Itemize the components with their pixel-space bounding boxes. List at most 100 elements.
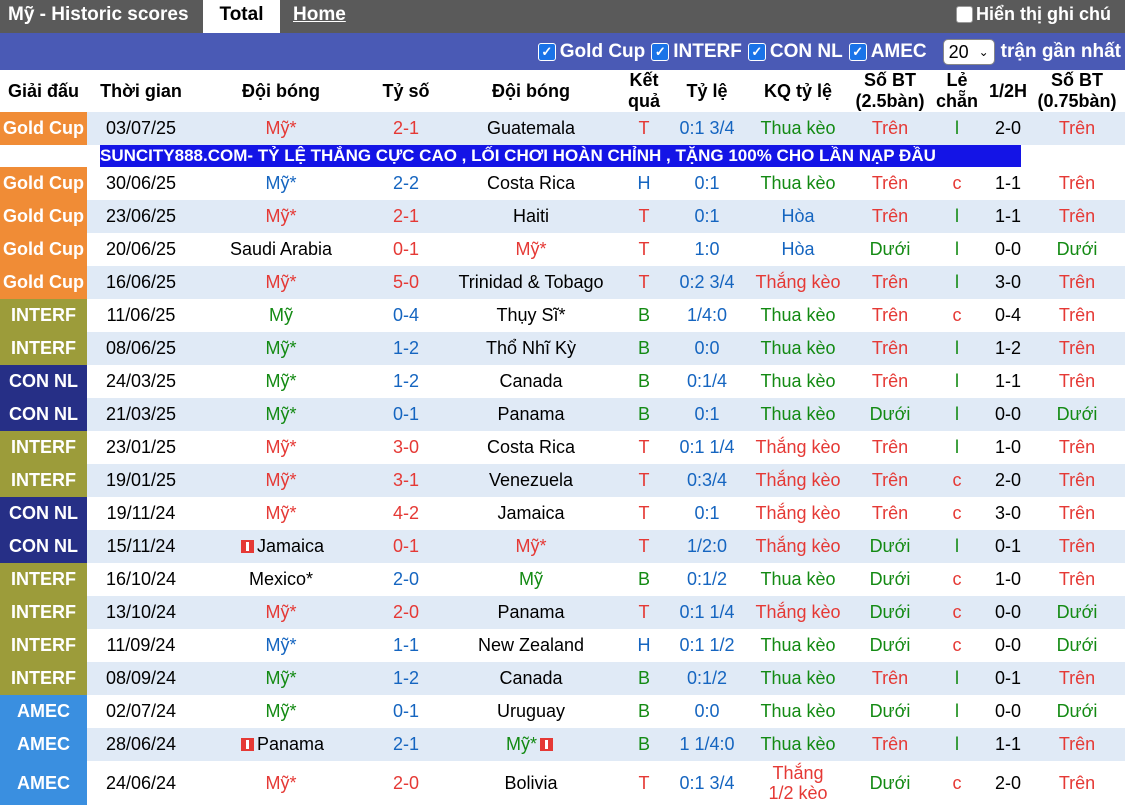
match-score[interactable]: 4-2 (367, 497, 445, 530)
home-team[interactable]: Mỹ* (195, 464, 367, 497)
home-team[interactable]: Mỹ* (195, 365, 367, 398)
league-badge[interactable]: INTERF (0, 299, 87, 332)
match-score[interactable]: 2-1 (367, 112, 445, 145)
over-under-075: Trên (1029, 464, 1125, 497)
league-badge[interactable]: AMEC (0, 695, 87, 728)
away-team[interactable]: Trinidad & Tobago (445, 266, 617, 299)
away-team[interactable]: Mỹ* (445, 530, 617, 563)
match-score[interactable]: 1-2 (367, 365, 445, 398)
home-team[interactable]: Mỹ* (195, 596, 367, 629)
match-score[interactable]: 1-1 (367, 629, 445, 662)
league-badge[interactable]: CON NL (0, 497, 87, 530)
home-team[interactable]: Mỹ* (195, 629, 367, 662)
away-team[interactable]: Costa Rica (445, 431, 617, 464)
away-team[interactable]: Bolivia (445, 761, 617, 805)
away-team[interactable]: Mỹ (445, 563, 617, 596)
check-icon[interactable]: ✓ (651, 43, 670, 61)
home-team[interactable]: Mỹ* (195, 662, 367, 695)
match-score[interactable]: 5-0 (367, 266, 445, 299)
home-team[interactable]: Mỹ* (195, 497, 367, 530)
league-badge[interactable]: INTERF (0, 596, 87, 629)
home-team[interactable]: Mexico* (195, 563, 367, 596)
away-team[interactable]: Mỹ* (445, 233, 617, 266)
away-team[interactable]: Jamaica (445, 497, 617, 530)
match-date: 23/01/25 (87, 431, 195, 464)
league-badge[interactable]: INTERF (0, 563, 87, 596)
tab-home[interactable]: Home (293, 4, 346, 26)
league-badge[interactable]: CON NL (0, 398, 87, 431)
league-badge[interactable]: INTERF (0, 629, 87, 662)
home-team[interactable]: Mỹ* (195, 112, 367, 145)
show-notes-checkbox[interactable] (956, 6, 973, 23)
home-team[interactable]: Saudi Arabia (195, 233, 367, 266)
away-team[interactable]: Uruguay (445, 695, 617, 728)
home-team[interactable]: Mỹ* (195, 398, 367, 431)
home-team[interactable]: Jamaica (195, 530, 367, 563)
home-team[interactable]: Mỹ* (195, 332, 367, 365)
match-score[interactable]: 2-0 (367, 563, 445, 596)
check-icon[interactable]: ✓ (848, 43, 867, 61)
filter-gold-cup[interactable]: ✓ Gold Cup (537, 41, 645, 63)
check-icon[interactable]: ✓ (537, 43, 556, 61)
away-team[interactable]: Canada (445, 365, 617, 398)
league-badge[interactable]: INTERF (0, 662, 87, 695)
match-score[interactable]: 1-2 (367, 662, 445, 695)
match-score[interactable]: 2-1 (367, 728, 445, 761)
league-badge[interactable]: Gold Cup (0, 200, 87, 233)
match-score[interactable]: 1-2 (367, 332, 445, 365)
tab-total[interactable]: Total (203, 0, 280, 33)
league-badge[interactable]: CON NL (0, 365, 87, 398)
show-notes-toggle[interactable]: Hiển thị ghi chú (956, 4, 1111, 25)
away-team[interactable]: Mỹ* (445, 728, 617, 761)
match-score[interactable]: 3-1 (367, 464, 445, 497)
match-score[interactable]: 2-0 (367, 761, 445, 805)
filter-amec[interactable]: ✓ AMEC (848, 41, 927, 63)
home-team[interactable]: Mỹ* (195, 431, 367, 464)
away-team[interactable]: Panama (445, 398, 617, 431)
match-count-select[interactable]: 20 ⌄ (942, 39, 995, 65)
home-team[interactable]: Mỹ (195, 299, 367, 332)
league-badge[interactable]: Gold Cup (0, 266, 87, 299)
league-badge[interactable]: INTERF (0, 332, 87, 365)
home-team[interactable]: Mỹ* (195, 266, 367, 299)
table-row: Gold Cup 16/06/25 Mỹ* 5-0 Trinidad & Tobago T… (0, 266, 1125, 299)
league-badge[interactable]: CON NL (0, 530, 87, 563)
away-team[interactable]: Guatemala (445, 112, 617, 145)
match-score[interactable]: 0-1 (367, 695, 445, 728)
home-team[interactable]: Panama (195, 728, 367, 761)
filter-con-nl[interactable]: ✓ CON NL (747, 41, 843, 63)
home-team[interactable]: Mỹ* (195, 761, 367, 805)
league-badge[interactable]: AMEC (0, 728, 87, 761)
check-icon[interactable]: ✓ (747, 43, 766, 61)
away-team[interactable]: Panama (445, 596, 617, 629)
league-badge[interactable]: Gold Cup (0, 167, 87, 200)
league-badge[interactable]: AMEC (0, 761, 87, 805)
table-row: INTERF 11/06/25 Mỹ 0-4 Thụy Sĩ* B 1/4:0 Thua kè… (0, 299, 1125, 332)
match-score[interactable]: 3-0 (367, 431, 445, 464)
away-team[interactable]: Thụy Sĩ* (445, 299, 617, 332)
league-badge[interactable]: INTERF (0, 464, 87, 497)
away-team[interactable]: Thổ Nhĩ Kỳ (445, 332, 617, 365)
away-team[interactable]: Costa Rica (445, 167, 617, 200)
away-team[interactable]: Canada (445, 662, 617, 695)
match-score[interactable]: 0-1 (367, 233, 445, 266)
home-team[interactable]: Mỹ* (195, 200, 367, 233)
match-score[interactable]: 0-4 (367, 299, 445, 332)
match-score[interactable]: 0-1 (367, 530, 445, 563)
match-score[interactable]: 0-1 (367, 398, 445, 431)
league-badge[interactable]: Gold Cup (0, 112, 87, 145)
home-team[interactable]: Mỹ* (195, 695, 367, 728)
league-badge[interactable]: INTERF (0, 431, 87, 464)
table-row: AMEC 24/06/24 Mỹ* 2-0 Bolivia T 0:1 3/4 Thắng 1… (0, 761, 1125, 805)
match-score[interactable]: 2-1 (367, 200, 445, 233)
match-score[interactable]: 2-2 (367, 167, 445, 200)
filter-interf[interactable]: ✓ INTERF (651, 41, 742, 63)
away-team[interactable]: New Zealand (445, 629, 617, 662)
ad-banner[interactable]: SUNCITY888.COM- TỶ LỆ THẮNG CỰC CAO , LỐ… (100, 145, 1021, 167)
home-team[interactable]: Mỹ* (195, 167, 367, 200)
league-badge[interactable]: Gold Cup (0, 233, 87, 266)
team-name: Costa Rica (486, 437, 576, 457)
match-score[interactable]: 2-0 (367, 596, 445, 629)
away-team[interactable]: Haiti (445, 200, 617, 233)
away-team[interactable]: Venezuela (445, 464, 617, 497)
